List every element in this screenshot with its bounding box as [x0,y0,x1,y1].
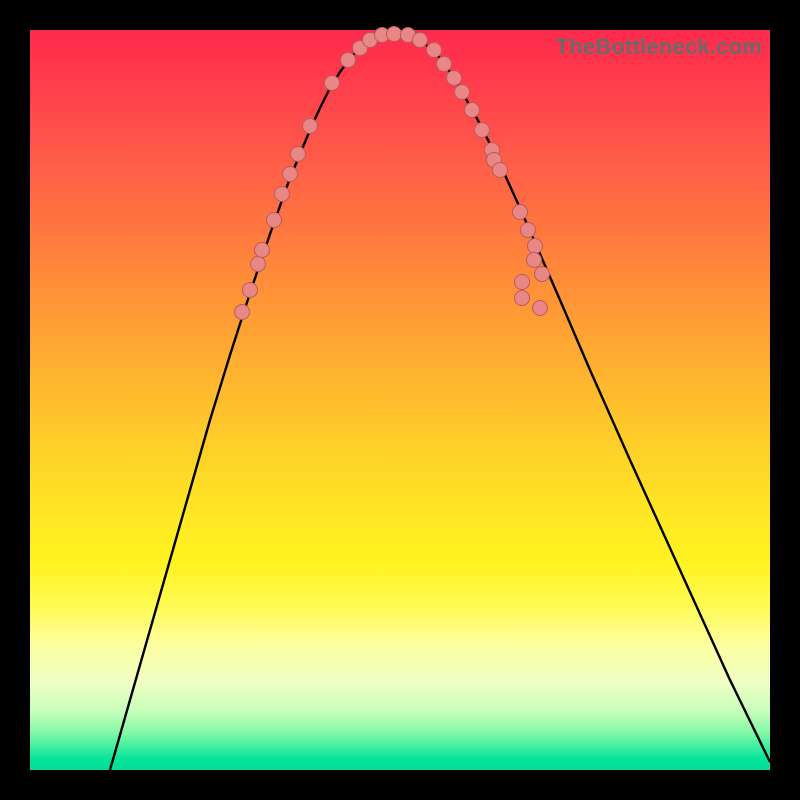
curve-marker [465,103,480,118]
curve-marker [267,213,282,228]
curve-marker [303,119,318,134]
curve-marker [528,239,543,254]
curve-svg [30,30,770,770]
curve-marker [475,123,490,138]
curve-marker [533,301,548,316]
curve-marker [325,76,340,91]
curve-marker [493,163,508,178]
chart-frame: TheBottleneck.com [0,0,800,800]
curve-marker [437,57,452,72]
curve-marker [521,223,536,238]
curve-marker [447,71,462,86]
curve-marker [243,283,258,298]
curve-marker [251,257,266,272]
curve-marker [283,167,298,182]
curve-marker [427,43,442,58]
curve-marker [527,253,542,268]
curve-marker [513,205,528,220]
curve-marker [535,267,550,282]
curve-marker [387,27,402,42]
curve-marker [455,85,470,100]
plot-area: TheBottleneck.com [30,30,770,770]
curve-marker [291,147,306,162]
curve-marker [413,33,428,48]
curve-markers [235,27,550,320]
curve-marker [235,305,250,320]
curve-marker [275,187,290,202]
curve-marker [255,243,270,258]
curve-marker [515,291,530,306]
curve-marker [515,275,530,290]
curve-marker [341,53,356,68]
bottleneck-curve [110,34,770,770]
